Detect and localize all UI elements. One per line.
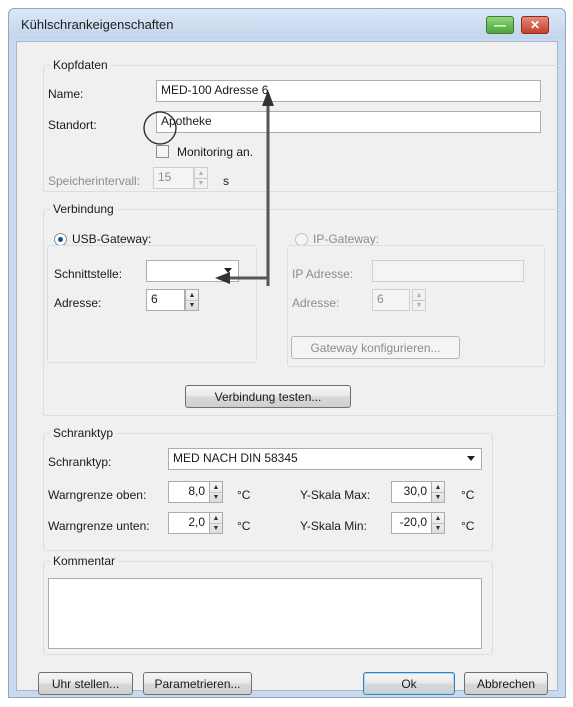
annotation-arrowhead-up [262, 90, 274, 106]
annotation-overlay [143, 90, 274, 286]
annotation-arrowhead-left [215, 272, 230, 284]
annotation-circle [143, 111, 177, 145]
